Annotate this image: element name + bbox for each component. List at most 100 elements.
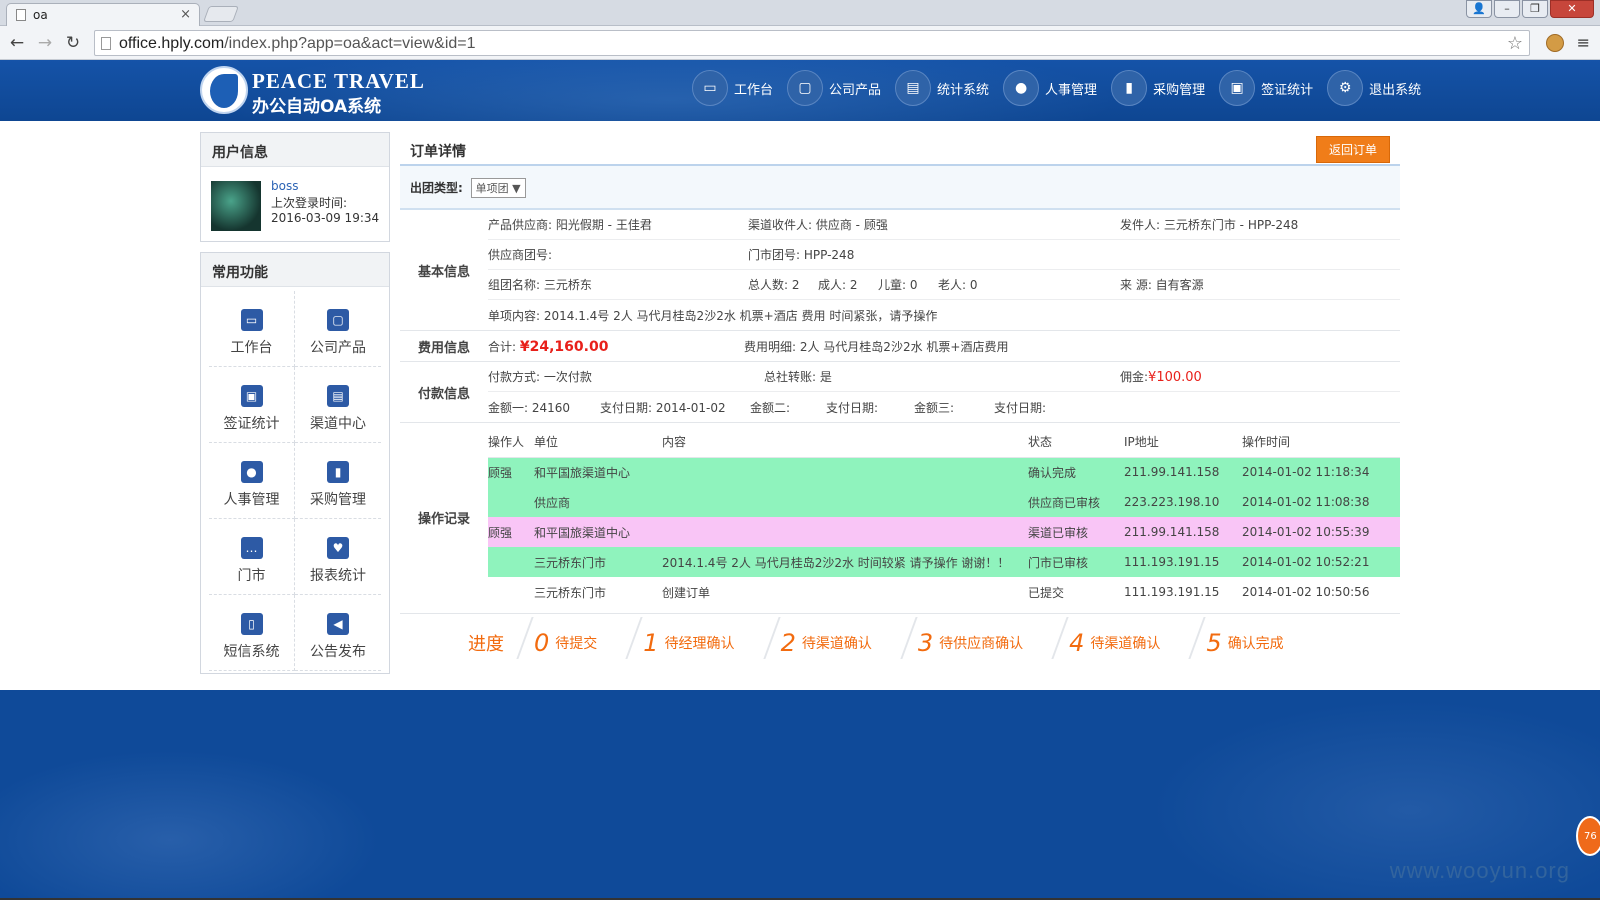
step-text: 待供应商确认 <box>939 636 1024 652</box>
log-content <box>662 487 1028 517</box>
phone-icon: ▯ <box>240 613 263 635</box>
amount-2: 金额二: <box>750 400 791 415</box>
pay-date-3: 支付日期: <box>994 400 1047 415</box>
back-arrow-icon[interactable]: ← <box>6 33 28 53</box>
fee-detail: 费用明细: 2人 马代月桂岛2沙2水 机票+酒店费用 <box>744 339 1009 354</box>
pay-date-1: 支付日期: 2014-01-02 <box>600 400 726 415</box>
func-channel[interactable]: ▤ 渠道中心 <box>295 367 381 443</box>
nav-visa[interactable]: ▣ 签证统计 <box>1219 70 1313 106</box>
hq-transfer: 总社转账: 是 <box>764 370 832 384</box>
func-visa[interactable]: ▣ 签证统计 <box>209 367 295 443</box>
forward-arrow-icon[interactable]: → <box>34 33 56 53</box>
people-icon: ● <box>1003 70 1040 106</box>
group-type-value: 单项团 <box>475 182 509 195</box>
maximize-button[interactable]: ❐ <box>1522 0 1548 18</box>
close-window-button[interactable]: ✕ <box>1550 0 1594 18</box>
log-ip: 211.99.141.158 <box>1124 517 1242 547</box>
group-type-select[interactable]: 单项团 ▼ <box>470 178 526 198</box>
log-unit: 和平国旅渠道中心 <box>534 517 662 547</box>
step-text: 待渠道确认 <box>1090 636 1161 652</box>
progress-step: 5 确认完成 <box>1206 629 1283 657</box>
nav-label: 统计系统 <box>937 82 990 98</box>
info-row: 付款方式: 一次付款 总社转账: 是 佣金:¥100.00 <box>488 362 1400 392</box>
func-products[interactable]: ▢ 公司产品 <box>295 291 381 367</box>
commission-label: 佣金: <box>1120 370 1149 384</box>
user-box: boss 上次登录时间: 2016-03-09 19:34 <box>201 167 389 241</box>
stats-icon: ▤ <box>895 70 932 106</box>
basic-info-label: 基本信息 <box>417 264 470 280</box>
footer-background <box>0 690 1600 900</box>
menu-icon[interactable]: ≡ <box>1577 33 1590 52</box>
functions-panel: 常用功能 ▭ 工作台 ▢ 公司产品 ▣ 签证统计 ▤ 渠道中心 ● 人事管理 ▮ 采购管理 … <box>200 252 390 674</box>
log-time: 2014-01-02 10:55:39 <box>1242 517 1400 547</box>
minimize-button[interactable]: – <box>1494 0 1520 18</box>
log-content: 2014.1.4号 2人 马代月桂岛2沙2水 时间较紧 请予操作 谢谢！！ <box>662 547 1028 577</box>
log-status: 门市已审核 <box>1028 547 1124 577</box>
func-purchase[interactable]: ▮ 采购管理 <box>295 443 381 519</box>
monitor-icon: ▭ <box>240 309 263 331</box>
functions-title: 常用功能 <box>201 253 389 287</box>
chevron-down-icon: ▼ <box>512 182 521 195</box>
supplier: 产品供应商: 阳光假期 - 王佳君 <box>488 218 652 232</box>
log-operator: 顾强 <box>488 517 534 547</box>
info-row: 合计: ¥24,160.00 费用明细: 2人 马代月桂岛2沙2水 机票+酒店费… <box>488 331 1400 361</box>
amount-3: 金额三: <box>914 400 955 415</box>
user-info-panel: 用户信息 boss 上次登录时间: 2016-03-09 19:34 <box>200 132 390 242</box>
info-row: 供应商团号: 门市团号: HPP-248 <box>488 240 1400 270</box>
address-bar[interactable]: office.hply.com/index.php?app=oa&act=vie… <box>94 30 1530 56</box>
reload-icon[interactable]: ↻ <box>62 33 84 53</box>
log-time: 2014-01-02 11:18:34 <box>1242 457 1400 487</box>
column-header: 操作时间 <box>1242 427 1400 458</box>
step-number: 1 <box>643 629 659 657</box>
nav-products[interactable]: ▢ 公司产品 <box>787 70 881 106</box>
browser-toolbar: ← → ↻ office.hply.com/index.php?app=oa&a… <box>0 26 1600 60</box>
user-icon[interactable]: 👤 <box>1466 0 1492 18</box>
fee-info-section: 费用信息 合计: ¥24,160.00 费用明细: 2人 马代月桂岛2沙2水 机… <box>400 331 1400 362</box>
step-text: 待渠道确认 <box>801 636 872 652</box>
fee-info-label: 费用信息 <box>417 340 470 356</box>
tab-close-icon[interactable]: × <box>180 7 191 22</box>
func-reports[interactable]: ♥ 报表统计 <box>295 519 381 595</box>
page-icon <box>101 37 111 50</box>
username-link[interactable]: boss <box>271 179 298 193</box>
browser-tabbar: oa × 👤 – ❐ ✕ <box>0 0 1600 26</box>
sender: 发件人: 三元桥东门市 - HPP-248 <box>1120 218 1299 232</box>
table-row: 顾强 和平国旅渠道中心 渠道已审核 211.99.141.158 2014-01… <box>488 517 1400 547</box>
progress-bar: 进度 0 待提交 1 待经理确认 2 待渠道确认 3 待供应商确认 4 待渠道确认 5 确认… <box>400 614 1400 672</box>
log-unit: 和平国旅渠道中心 <box>534 457 662 487</box>
func-store[interactable]: … 门市 <box>209 519 295 595</box>
nav-workbench[interactable]: ▭ 工作台 <box>692 70 773 106</box>
children: 儿童: 0 <box>878 278 918 292</box>
logo-english: PEACE TRAVEL <box>252 69 425 93</box>
func-hr[interactable]: ● 人事管理 <box>209 443 295 519</box>
nav-label: 签证统计 <box>1261 82 1314 98</box>
nav-hr[interactable]: ● 人事管理 <box>1003 70 1097 106</box>
nav-statistics[interactable]: ▤ 统计系统 <box>895 70 989 106</box>
cookie-extension-icon[interactable] <box>1546 34 1564 52</box>
bookmark-star-icon[interactable]: ☆ <box>1507 33 1523 54</box>
back-to-orders-button[interactable]: 返回订单 <box>1315 136 1390 163</box>
new-tab-button[interactable] <box>203 6 239 22</box>
user-info-title: 用户信息 <box>201 133 389 167</box>
progress-step: 3 待供应商确认 <box>918 629 1023 657</box>
nav-label: 工作台 <box>734 82 774 98</box>
table-row: 三元桥东门市 创建订单 已提交 111.193.191.15 2014-01-0… <box>488 577 1400 607</box>
page-title: 订单详情 <box>410 144 466 160</box>
payment-info-section: 付款信息 付款方式: 一次付款 总社转账: 是 佣金:¥100.00 金额一: … <box>400 362 1400 423</box>
item-content: 单项内容: 2014.1.4号 2人 马代月桂岛2沙2水 机票+酒店 费用 时间… <box>488 308 938 323</box>
column-header: 状态 <box>1028 427 1124 458</box>
frame-icon: ▢ <box>327 309 349 331</box>
browser-tab[interactable]: oa × <box>6 3 200 26</box>
func-label: 门市 <box>237 568 266 584</box>
nav-logout[interactable]: ⚙ 退出系统 <box>1327 70 1421 106</box>
log-content <box>662 457 1028 487</box>
nav-purchase[interactable]: ▮ 采购管理 <box>1111 70 1205 106</box>
func-sms[interactable]: ▯ 短信系统 <box>209 595 295 671</box>
func-label: 公司产品 <box>310 340 366 356</box>
log-ip: 111.193.191.15 <box>1124 585 1220 599</box>
func-announcement[interactable]: ◀ 公告发布 <box>295 595 381 671</box>
last-login: 上次登录时间: 2016-03-09 19:34 <box>271 196 379 226</box>
func-workbench[interactable]: ▭ 工作台 <box>209 291 295 367</box>
floating-badge[interactable]: 76 <box>1576 816 1600 856</box>
url-path: /index.php?app=oa&act=view&id=1 <box>224 35 476 52</box>
